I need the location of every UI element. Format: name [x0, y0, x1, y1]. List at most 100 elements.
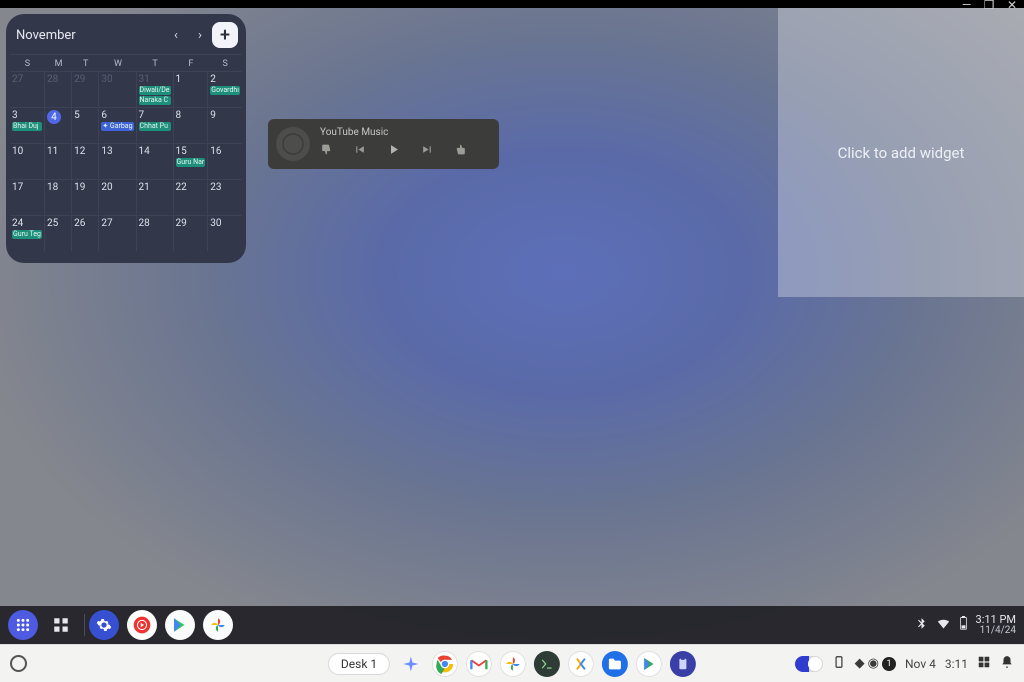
taskbar-time[interactable]: 3:11: [945, 657, 968, 671]
calendar-cell[interactable]: 30: [99, 71, 136, 107]
calendar-cell[interactable]: 31Diwali/DeNaraka C: [137, 71, 174, 107]
calendar-event[interactable]: Naraka C: [139, 96, 171, 105]
calendar-day-number: 26: [74, 218, 85, 229]
calendar-cell[interactable]: 25: [45, 215, 72, 251]
calendar-add-button[interactable]: +: [212, 22, 238, 48]
chrome-app-icon[interactable]: [432, 651, 458, 677]
calendar-day-number: 24: [12, 218, 23, 229]
window-top-bar: [0, 0, 1024, 8]
quick-toggle[interactable]: [795, 656, 823, 672]
gemini-spark-icon[interactable]: [398, 651, 424, 677]
calendar-event[interactable]: Guru Teg: [12, 230, 42, 239]
minimize-button[interactable]: —: [960, 1, 972, 13]
calendar-cell[interactable]: 3Bhai Duj: [10, 107, 45, 143]
play-store-taskbar-icon[interactable]: [636, 651, 662, 677]
calendar-day-number: 20: [101, 182, 112, 193]
close-button[interactable]: ✕: [1006, 1, 1018, 13]
calendar-cell[interactable]: 22: [174, 179, 209, 215]
restore-button[interactable]: ❐: [983, 1, 995, 13]
calendar-cell[interactable]: 29: [72, 71, 99, 107]
launcher-button[interactable]: [8, 610, 38, 640]
calendar-cell[interactable]: 2Govardhı: [208, 71, 242, 107]
calendar-prev-button[interactable]: ‹: [164, 23, 188, 47]
previous-track-icon[interactable]: [353, 143, 366, 160]
calendar-day-number: 10: [12, 146, 23, 157]
shelf: 3:11 PM 11/4/24: [0, 606, 1024, 644]
tile-menu-icon[interactable]: [977, 655, 991, 673]
gmail-app-icon[interactable]: [466, 651, 492, 677]
calendar-header: November ‹ › +: [10, 22, 242, 54]
calendar-cell[interactable]: 5: [72, 107, 99, 143]
calendar-cell[interactable]: 28: [137, 215, 174, 251]
taskbar-date[interactable]: Nov 4: [905, 657, 936, 671]
calendar-cell[interactable]: 9: [208, 107, 242, 143]
calendar-cell[interactable]: 13: [99, 143, 136, 179]
calendar-event[interactable]: ✦ Garbag: [101, 122, 133, 131]
grid-apps-icon[interactable]: [46, 610, 76, 640]
taskbar: Desk 1: [0, 644, 1024, 682]
calendar-cell[interactable]: 6✦ Garbag: [99, 107, 136, 143]
calendar-event[interactable]: Diwali/De: [139, 86, 171, 95]
play-icon[interactable]: [386, 142, 401, 161]
calendar-cell[interactable]: 11: [45, 143, 72, 179]
photos-app-icon[interactable]: [203, 610, 233, 640]
files-app-icon[interactable]: [602, 651, 628, 677]
next-track-icon[interactable]: [421, 143, 434, 160]
calendar-day-number: 5: [74, 110, 80, 121]
calendar-event[interactable]: Govardhı: [210, 86, 240, 95]
calendar-cell[interactable]: 19: [72, 179, 99, 215]
music-widget[interactable]: YouTube Music: [268, 119, 499, 169]
taskbar-center: Desk 1: [328, 651, 696, 677]
calendar-cell[interactable]: 17: [10, 179, 45, 215]
calendar-cell[interactable]: 29: [174, 215, 209, 251]
calendar-cell[interactable]: 7Chhat Pu: [137, 107, 174, 143]
clipboard-app-icon[interactable]: [670, 651, 696, 677]
settings-app-icon[interactable]: [89, 610, 119, 640]
taskbar-right: ◆ ◉ 1 Nov 4 3:11: [795, 655, 1014, 673]
calendar-cell[interactable]: 8: [174, 107, 209, 143]
calendar-day-number: 27: [101, 218, 112, 229]
calendar-cell[interactable]: 1: [174, 71, 209, 107]
youtube-music-app-icon[interactable]: [127, 610, 157, 640]
add-widget-panel[interactable]: Click to add widget: [778, 8, 1024, 297]
terminal-app-icon[interactable]: [534, 651, 560, 677]
calendar-cell[interactable]: 4: [45, 107, 72, 143]
calendar-day-number: 28: [139, 218, 150, 229]
calendar-cell[interactable]: 12: [72, 143, 99, 179]
calendar-cell[interactable]: 27: [99, 215, 136, 251]
calendar-day-number: 13: [101, 146, 112, 157]
start-circle-icon[interactable]: [10, 655, 27, 672]
calendar-cell[interactable]: 30: [208, 215, 242, 251]
play-store-app-icon[interactable]: [165, 610, 195, 640]
calendar-cell[interactable]: 15Guru Nar: [174, 143, 209, 179]
calendar-event[interactable]: Chhat Pu: [139, 122, 171, 131]
calendar-cell[interactable]: 20: [99, 179, 136, 215]
calendar-day-number: 2: [210, 74, 216, 85]
tray-group[interactable]: ◆ ◉ 1: [855, 656, 896, 671]
bell-icon[interactable]: [1000, 655, 1014, 673]
calendar-day-number: 14: [139, 146, 150, 157]
thumbs-down-icon[interactable]: [320, 143, 333, 160]
calendar-day-number: 11: [47, 146, 58, 157]
calendar-cell[interactable]: 23: [208, 179, 242, 215]
calendar-cell[interactable]: 26: [72, 215, 99, 251]
calendar-cell[interactable]: 18: [45, 179, 72, 215]
status-tray[interactable]: 3:11 PM 11/4/24: [915, 614, 1016, 636]
photos-taskbar-icon[interactable]: [500, 651, 526, 677]
calendar-cell[interactable]: 21: [137, 179, 174, 215]
calendar-widget[interactable]: November ‹ › + SMTWTFS2728293031Diwali/D…: [6, 14, 246, 263]
calendar-event[interactable]: Bhai Duj: [12, 122, 42, 131]
calendar-cell[interactable]: 14: [137, 143, 174, 179]
thumbs-up-icon[interactable]: [454, 143, 467, 160]
calendar-next-button[interactable]: ›: [188, 23, 212, 47]
calendar-cell[interactable]: 10: [10, 143, 45, 179]
calendar-cell[interactable]: 16: [208, 143, 242, 179]
calendar-cell[interactable]: 27: [10, 71, 45, 107]
calendar-cell[interactable]: 28: [45, 71, 72, 107]
device-icon[interactable]: [832, 655, 846, 673]
calendar-cell[interactable]: 24Guru Teg: [10, 215, 45, 251]
idx-app-icon[interactable]: [568, 651, 594, 677]
calendar-event[interactable]: Guru Nar: [176, 158, 206, 167]
calendar-day-number: 3: [12, 110, 18, 121]
desk-selector[interactable]: Desk 1: [328, 653, 390, 675]
